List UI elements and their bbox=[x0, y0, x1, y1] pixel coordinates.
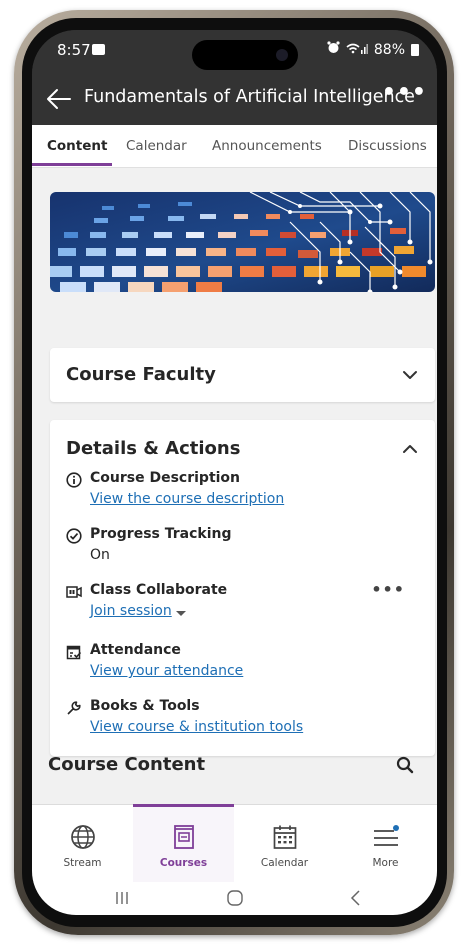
details-actions-section: Details & Actions Course Description Vie… bbox=[50, 420, 435, 756]
courses-icon bbox=[174, 825, 194, 849]
nav-courses-label: Courses bbox=[159, 857, 208, 869]
view-course-description-link[interactable]: View the course description bbox=[90, 491, 284, 507]
view-tools-link[interactable]: View course & institution tools bbox=[90, 719, 303, 735]
battery-icon bbox=[411, 43, 419, 56]
menu-icon bbox=[374, 825, 399, 846]
active-tab-indicator bbox=[32, 163, 112, 166]
chevron-down-icon[interactable] bbox=[401, 366, 419, 384]
tab-announcements[interactable]: Announcements bbox=[212, 138, 322, 154]
progress-tracking-value: On bbox=[90, 547, 110, 563]
nav-more[interactable]: More bbox=[335, 805, 436, 883]
details-actions-title: Details & Actions bbox=[66, 438, 241, 459]
course-content-title: Course Content bbox=[48, 754, 206, 775]
back-arrow-icon[interactable] bbox=[46, 87, 72, 111]
join-session-link[interactable]: Join session bbox=[90, 603, 172, 619]
status-indicators: 88% bbox=[327, 41, 419, 58]
wrench-icon bbox=[67, 701, 81, 715]
collaborate-options-button[interactable]: ••• bbox=[371, 580, 405, 599]
home-icon[interactable] bbox=[226, 889, 244, 907]
notification-dot bbox=[393, 825, 399, 831]
search-icon[interactable] bbox=[395, 755, 415, 775]
nav-stream[interactable]: Stream bbox=[32, 805, 133, 883]
course-banner-image bbox=[50, 192, 435, 292]
join-session-dropdown-icon[interactable] bbox=[176, 611, 186, 616]
status-time: 8:57 bbox=[57, 41, 91, 59]
course-faculty-title: Course Faculty bbox=[66, 364, 216, 385]
attendance-icon bbox=[66, 645, 82, 660]
tab-calendar[interactable]: Calendar bbox=[126, 138, 187, 154]
books-tools-label: Books & Tools bbox=[90, 698, 200, 714]
class-collaborate-label: Class Collaborate bbox=[90, 582, 228, 598]
tab-discussions[interactable]: Discussions bbox=[348, 138, 427, 154]
back-icon[interactable] bbox=[348, 889, 364, 907]
dynamic-island bbox=[192, 40, 298, 70]
more-options-button[interactable]: ••• bbox=[382, 80, 427, 105]
nav-courses[interactable]: Courses bbox=[133, 804, 234, 885]
photo-notification-icon bbox=[92, 44, 105, 55]
tab-content[interactable]: Content bbox=[47, 138, 107, 154]
chevron-up-icon[interactable] bbox=[401, 440, 419, 458]
course-description-label: Course Description bbox=[90, 470, 241, 486]
class-collaborate-icon bbox=[66, 586, 82, 598]
nav-more-label: More bbox=[372, 857, 399, 869]
course-content-area: Course Faculty Details & Actions Course … bbox=[32, 168, 437, 818]
app-header: 8:57 88% Fundamentals of Artificial Inte… bbox=[32, 30, 437, 125]
alarm-icon bbox=[327, 41, 340, 58]
tab-bar: Content Calendar Announcements Discussio… bbox=[32, 125, 437, 168]
globe-icon bbox=[71, 825, 95, 849]
view-attendance-link[interactable]: View your attendance bbox=[90, 663, 243, 679]
progress-tracking-label: Progress Tracking bbox=[90, 526, 232, 542]
bottom-navigation: Stream Courses Calendar More bbox=[32, 804, 437, 885]
attendance-label: Attendance bbox=[90, 642, 181, 658]
check-circle-icon bbox=[66, 528, 82, 544]
wifi-signal-icon bbox=[346, 42, 368, 57]
camera-icon bbox=[276, 49, 288, 61]
nav-stream-label: Stream bbox=[63, 857, 102, 869]
calendar-icon bbox=[273, 825, 297, 849]
info-icon bbox=[66, 472, 82, 488]
screen: 8:57 88% Fundamentals of Artificial Inte… bbox=[32, 30, 437, 915]
course-title: Fundamentals of Artificial Intelligence bbox=[84, 87, 415, 107]
course-faculty-section[interactable]: Course Faculty bbox=[50, 348, 435, 402]
battery-level: 88% bbox=[373, 41, 405, 58]
system-navigation-bar bbox=[32, 882, 437, 915]
nav-calendar-label: Calendar bbox=[260, 857, 309, 869]
nav-calendar[interactable]: Calendar bbox=[234, 805, 335, 883]
recent-apps-icon[interactable] bbox=[114, 890, 130, 906]
